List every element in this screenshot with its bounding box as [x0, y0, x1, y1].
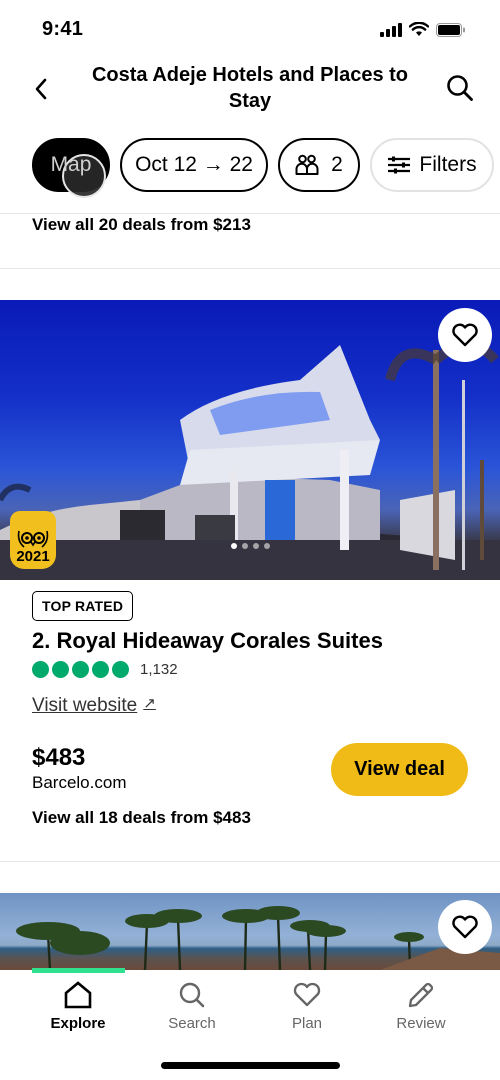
all-deals-link[interactable]: View all 18 deals from $483: [32, 808, 251, 828]
provider: Barcelo.com: [32, 773, 127, 792]
tab-label: Review: [396, 1015, 446, 1032]
search-button[interactable]: [444, 72, 476, 104]
filter-chips: Map Oct 12 → 22 2 Filters: [32, 138, 494, 198]
visit-website-label: Visit website: [32, 695, 138, 716]
status-icons: [380, 22, 466, 37]
header: Costa Adeje Hotels and Places to Stay: [0, 60, 500, 128]
sliders-icon: [388, 156, 411, 174]
hotel-name-link[interactable]: 2. Royal Hideaway Corales Suites: [32, 628, 383, 654]
search-icon: [447, 75, 473, 101]
heart-icon: [293, 982, 321, 1007]
carousel-dot[interactable]: [264, 543, 270, 549]
divider: [0, 861, 500, 862]
rating-bubble: [92, 661, 109, 678]
cellular-signal-icon: [380, 22, 402, 37]
divider: [0, 268, 500, 269]
users-icon: [295, 154, 319, 175]
tab-search[interactable]: Search: [142, 981, 242, 1032]
dates-chip[interactable]: Oct 12 → 22: [120, 138, 268, 192]
tab-label: Explore: [50, 1015, 106, 1032]
home-icon: [64, 981, 92, 1009]
heart-icon: [452, 323, 478, 347]
review-count: 1,132: [140, 661, 178, 678]
view-deal-button[interactable]: View deal: [331, 743, 468, 796]
rating-bubble: [112, 661, 129, 678]
back-button[interactable]: [26, 74, 56, 104]
award-year: 2021: [16, 548, 50, 565]
dates-chip-label: Oct 12 → 22: [135, 153, 253, 176]
tab-label: Search: [168, 1015, 216, 1032]
map-chip-label: Map: [50, 153, 92, 176]
filters-chip-label: Filters: [419, 153, 477, 176]
tab-explore[interactable]: Explore: [28, 981, 128, 1032]
photo-carousel-dots: [231, 543, 270, 549]
rating-bubble: [32, 661, 49, 678]
pencil-icon: [408, 982, 434, 1008]
battery-icon: [436, 22, 465, 37]
owl-logo-icon: [17, 530, 49, 548]
carousel-dot[interactable]: [253, 543, 259, 549]
save-favorite-button[interactable]: [438, 308, 492, 362]
price: $483: [32, 744, 86, 771]
save-favorite-button[interactable]: [438, 900, 492, 954]
rating-bubble: [72, 661, 89, 678]
rating-bubble: [52, 661, 69, 678]
home-indicator: [161, 1062, 340, 1069]
travelers-choice-award-badge: 2021: [10, 511, 56, 569]
guests-chip-label: 2: [331, 153, 343, 176]
wifi-icon: [409, 22, 429, 36]
tab-review[interactable]: Review: [371, 981, 471, 1032]
top-rated-badge: TOP RATED: [32, 591, 134, 621]
rating[interactable]: 1,132: [32, 661, 178, 678]
next-listing-photo[interactable]: [0, 893, 500, 970]
listing-photo[interactable]: 2021: [0, 300, 500, 580]
status-time: 9:41: [42, 18, 84, 40]
page-title: Costa Adeje Hotels and Places to Stay: [91, 64, 408, 112]
carousel-dot[interactable]: [242, 543, 248, 549]
chevron-left-icon: [35, 78, 47, 100]
carousel-dot[interactable]: [231, 543, 237, 549]
tab-label: Plan: [291, 1015, 323, 1032]
guests-chip[interactable]: 2: [278, 138, 360, 192]
external-link-icon: ↗: [143, 695, 156, 712]
map-chip[interactable]: Map: [32, 138, 110, 198]
filters-chip[interactable]: Filters: [370, 138, 494, 192]
status-bar: 9:41: [0, 0, 500, 60]
tab-plan[interactable]: Plan: [257, 981, 357, 1032]
divider: [0, 213, 500, 214]
hotel-building-image: [0, 340, 500, 580]
heart-icon: [452, 915, 478, 939]
search-icon: [179, 982, 205, 1008]
previous-listing-deals-link[interactable]: View all 20 deals from $213: [32, 215, 251, 235]
palm-trees-image: [16, 906, 500, 970]
visit-website-link[interactable]: Visit website ↗: [32, 695, 156, 717]
